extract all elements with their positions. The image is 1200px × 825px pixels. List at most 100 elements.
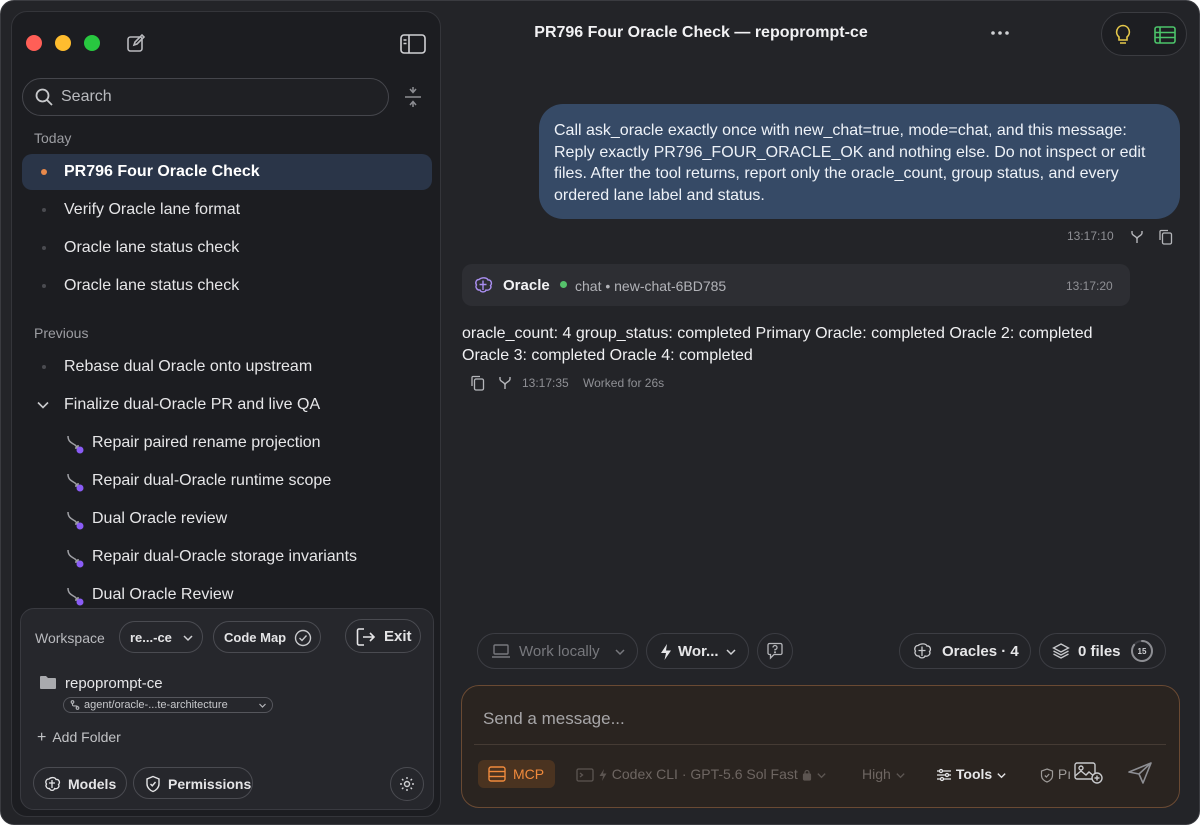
folder-name: repoprompt-ce [65,675,163,692]
composer-divider [474,744,1166,745]
sub-conversation-item[interactable]: Repair dual-Oracle storage invariants [22,539,432,575]
top-right-toolbar [1101,12,1187,56]
branch-select[interactable]: agent/oracle-...te-architecture [63,697,273,713]
oracles-label: Oracles · 4 [942,643,1019,660]
send-icon[interactable] [1127,761,1153,785]
workspace-select-value: re...-ce [130,630,172,645]
branch-agent-icon [66,586,84,606]
files-label: 0 files [1078,643,1121,660]
bullet-dot [42,365,46,369]
help-button[interactable] [757,633,793,669]
conversation-label: Dual Oracle review [92,510,228,527]
collapse-all-icon[interactable] [403,87,423,107]
models-label: Models [68,776,117,792]
plus-icon: + [37,729,47,746]
message-input-placeholder: Send a message... [483,709,625,728]
new-chat-icon[interactable] [126,33,146,53]
chevron-down-icon [182,632,194,644]
exit-label: Exit [384,628,412,645]
exit-button[interactable]: Exit [345,619,421,653]
mode-label: Wor... [678,643,719,660]
conversation-label: Rebase dual Oracle onto upstream [64,358,313,375]
effort-select[interactable]: High [862,766,906,782]
fork-icon[interactable] [498,376,512,390]
image-add-icon[interactable] [1074,762,1104,784]
message-composer[interactable]: Send a message... MCP Codex CLI · GPT-5.… [461,685,1180,808]
sliders-icon [936,768,952,782]
work-locally-select[interactable]: Work locally [477,633,638,669]
conversation-item[interactable]: Rebase dual Oracle onto upstream [22,349,432,385]
zoom-window-button[interactable] [84,35,100,51]
sub-conversation-item[interactable]: Dual Oracle review [22,501,432,537]
reply-time: 13:17:35 [522,376,569,390]
user-message-time: 13:17:10 [1067,229,1114,243]
code-map-label: Code Map [224,630,287,645]
permissions-select[interactable]: Pı [1040,766,1071,783]
conversation-item[interactable]: Oracle lane status check [22,268,432,304]
check-circle-icon [294,629,312,647]
code-map-button[interactable]: Code Map [213,621,321,653]
close-window-button[interactable] [26,35,42,51]
lightning-icon [598,768,608,782]
context-panel-icon[interactable] [1154,26,1176,44]
terminal-icon [576,768,594,782]
search-input[interactable]: Search [22,78,389,116]
app-window: Search Today PR796 Four Oracle Check Ver… [0,0,1200,825]
chevron-down-icon[interactable] [36,398,50,412]
permissions-button[interactable]: Permissions [133,767,253,799]
mcp-label: MCP [513,766,545,782]
conversation-label: Verify Oracle lane format [64,201,241,218]
shield-icon [1040,768,1054,783]
conversation-label: Repair dual-Oracle runtime scope [92,472,332,489]
search-icon [35,88,53,106]
conversation-item[interactable]: PR796 Four Oracle Check [22,154,432,190]
chevron-down-icon [258,701,267,710]
mcp-button[interactable]: MCP [478,760,555,788]
folder-icon [39,675,57,690]
oracle-time: 13:17:20 [1066,279,1113,293]
models-button[interactable]: Models [33,767,127,799]
gear-icon [399,776,415,792]
bullet-dot [42,246,46,250]
copy-icon[interactable] [1158,229,1173,245]
workspace-select[interactable]: re...-ce [119,621,203,653]
conversation-item[interactable]: Oracle lane status check [22,230,432,266]
sub-conversation-item[interactable]: Repair dual-Oracle runtime scope [22,463,432,499]
user-message-bubble: Call ask_oracle exactly once with new_ch… [539,104,1180,219]
conversation-label: Repair dual-Oracle storage invariants [92,548,358,565]
copy-icon[interactable] [470,375,485,391]
tools-label: Tools [955,766,993,782]
chevron-down-icon [725,646,737,658]
token-progress-ring: 15 [1130,639,1154,663]
minimize-window-button[interactable] [55,35,71,51]
oracle-name: Oracle [503,277,550,294]
conversation-group[interactable]: Finalize dual-Oracle PR and live QA [22,387,432,423]
more-options-icon[interactable] [989,25,1011,41]
fork-icon[interactable] [1130,230,1144,244]
conversation-label: PR796 Four Oracle Check [64,163,260,180]
branch-agent-icon [66,472,84,492]
bullet-dot [42,208,46,212]
conversation-item[interactable]: Verify Oracle lane format [22,192,432,228]
oracles-button[interactable]: Oracles · 4 [899,633,1031,669]
files-button[interactable]: 0 files 15 [1039,633,1166,669]
git-branch-icon [70,700,80,710]
server-icon [488,766,506,782]
sidebar-toggle-icon[interactable] [400,34,426,54]
chevron-down-icon [996,770,1007,781]
model-select[interactable]: Codex CLI · GPT-5.6 Sol Fast [576,766,827,782]
active-dot [41,169,47,175]
reply-worked-duration: Worked for 26s [583,376,665,390]
mode-select[interactable]: Wor... [646,633,749,669]
workspace-panel: Workspace re...-ce Code Map Exit repopro… [20,608,434,810]
lightbulb-icon[interactable] [1114,24,1132,46]
folder-row[interactable]: repoprompt-ce [37,673,417,695]
tools-select[interactable]: Tools [936,766,1007,782]
settings-button[interactable] [390,767,424,801]
conversation-label: Dual Oracle Review [92,586,234,603]
work-locally-label: Work locally [519,643,600,660]
sub-conversation-item[interactable]: Repair paired rename projection [22,425,432,461]
oracle-call-header[interactable]: Oracle chat • new-chat-6BD785 13:17:20 [462,264,1130,306]
exit-icon [356,627,376,647]
add-folder-button[interactable]: + Add Folder [37,729,121,747]
